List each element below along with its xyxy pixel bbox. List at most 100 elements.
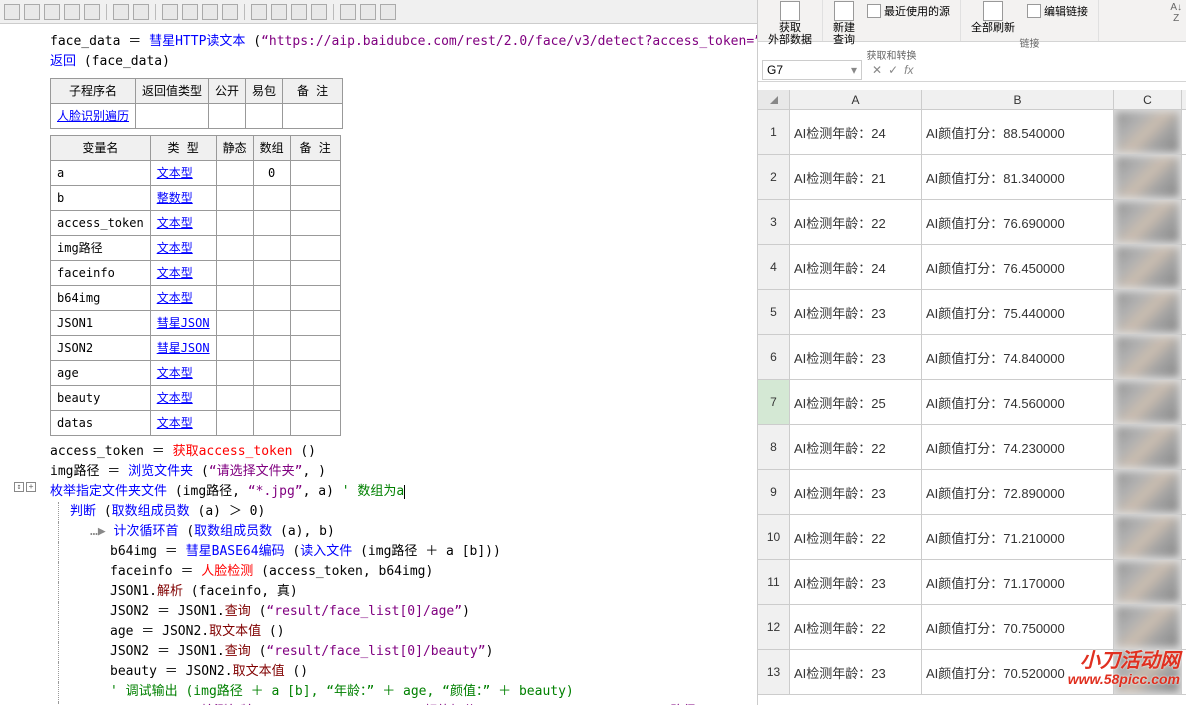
new-query-button[interactable]: 新建 查询 <box>829 0 859 47</box>
row-header[interactable]: 11 <box>758 560 790 604</box>
toolbar-btn[interactable] <box>24 4 40 20</box>
cell[interactable]: AI检测年龄：23 <box>790 290 922 334</box>
row-header[interactable]: 4 <box>758 245 790 289</box>
type-link[interactable]: 文本型 <box>157 416 193 430</box>
image-cell[interactable] <box>1114 515 1182 559</box>
row-header[interactable]: 1 <box>758 110 790 154</box>
table-row[interactable]: 7AI检测年龄：25AI颜值打分：74.560000 <box>758 380 1186 425</box>
cell[interactable]: AI检测年龄：22 <box>790 605 922 649</box>
cell[interactable]: AI检测年龄：22 <box>790 200 922 244</box>
table-row[interactable]: b64img文本型 <box>51 286 341 311</box>
table-row[interactable]: age文本型 <box>51 361 341 386</box>
cell[interactable]: AI检测年龄：23 <box>790 470 922 514</box>
row-header[interactable]: 2 <box>758 155 790 199</box>
toolbar-btn[interactable] <box>251 4 267 20</box>
cell[interactable]: AI颜值打分：71.210000 <box>922 515 1114 559</box>
spreadsheet[interactable]: A B C 1AI检测年龄：24AI颜值打分：88.5400002AI检测年龄：… <box>758 90 1186 695</box>
row-header[interactable]: 9 <box>758 470 790 514</box>
table-row[interactable]: JSON1彗星JSON <box>51 311 341 336</box>
table-row[interactable]: access_token文本型 <box>51 211 341 236</box>
refresh-all-button[interactable]: 全部刷新 <box>967 0 1019 35</box>
cell[interactable]: AI颜值打分：74.840000 <box>922 335 1114 379</box>
table-row[interactable]: 9AI检测年龄：23AI颜值打分：72.890000 <box>758 470 1186 515</box>
fx-icon[interactable]: fx <box>904 63 913 77</box>
cell[interactable]: AI颜值打分：75.440000 <box>922 290 1114 334</box>
toolbar-btn[interactable] <box>360 4 376 20</box>
table-row[interactable]: 8AI检测年龄：22AI颜值打分：74.230000 <box>758 425 1186 470</box>
formula-input[interactable] <box>919 60 1186 80</box>
image-cell[interactable] <box>1114 290 1182 334</box>
toolbar-btn[interactable] <box>291 4 307 20</box>
cell[interactable]: AI检测年龄：24 <box>790 110 922 154</box>
code-editor[interactable]: face_data ＝ 彗星HTTP读文本 (“https://aip.baid… <box>0 24 757 705</box>
row-header[interactable]: 7 <box>758 380 790 424</box>
name-box[interactable]: G7 ▾ <box>762 60 862 80</box>
type-link[interactable]: 整数型 <box>157 191 193 205</box>
confirm-icon[interactable]: ✓ <box>888 63 898 77</box>
toolbar-btn[interactable] <box>222 4 238 20</box>
cell[interactable]: AI颜值打分：71.170000 <box>922 560 1114 604</box>
toolbar-btn[interactable] <box>133 4 149 20</box>
table-row[interactable]: JSON2彗星JSON <box>51 336 341 361</box>
cell[interactable]: AI检测年龄：21 <box>790 155 922 199</box>
col-header-c[interactable]: C <box>1114 90 1182 109</box>
row-header[interactable]: 5 <box>758 290 790 334</box>
row-header[interactable]: 3 <box>758 200 790 244</box>
cell[interactable]: AI检测年龄：23 <box>790 335 922 379</box>
row-header[interactable]: 13 <box>758 650 790 694</box>
image-cell[interactable] <box>1114 425 1182 469</box>
col-header-a[interactable]: A <box>790 90 922 109</box>
cell[interactable]: AI颜值打分：88.540000 <box>922 110 1114 154</box>
table-row[interactable]: 12AI检测年龄：22AI颜值打分：70.750000 <box>758 605 1186 650</box>
image-cell[interactable] <box>1114 605 1182 649</box>
table-row[interactable]: beauty文本型 <box>51 386 341 411</box>
cell[interactable]: AI颜值打分：70.520000 <box>922 650 1114 694</box>
type-link[interactable]: 彗星JSON <box>157 341 210 355</box>
type-link[interactable]: 文本型 <box>157 391 193 405</box>
image-cell[interactable] <box>1114 245 1182 289</box>
type-link[interactable]: 文本型 <box>157 241 193 255</box>
type-link[interactable]: 文本型 <box>157 216 193 230</box>
table-row[interactable]: datas文本型 <box>51 411 341 436</box>
toolbar-btn[interactable] <box>84 4 100 20</box>
cell[interactable]: AI颜值打分：81.340000 <box>922 155 1114 199</box>
table-row[interactable]: 4AI检测年龄：24AI颜值打分：76.450000 <box>758 245 1186 290</box>
type-link[interactable]: 文本型 <box>157 266 193 280</box>
toolbar-btn[interactable] <box>380 4 396 20</box>
toolbar-btn[interactable] <box>271 4 287 20</box>
toolbar-btn[interactable] <box>311 4 327 20</box>
toolbar-btn[interactable] <box>202 4 218 20</box>
type-link[interactable]: 彗星JSON <box>157 316 210 330</box>
table-row[interactable]: 11AI检测年龄：23AI颜值打分：71.170000 <box>758 560 1186 605</box>
cell[interactable]: AI颜值打分：76.450000 <box>922 245 1114 289</box>
type-link[interactable]: 文本型 <box>157 166 193 180</box>
image-cell[interactable] <box>1114 200 1182 244</box>
image-cell[interactable] <box>1114 380 1182 424</box>
cell[interactable]: AI颜值打分：76.690000 <box>922 200 1114 244</box>
cell[interactable]: AI检测年龄：24 <box>790 245 922 289</box>
image-cell[interactable] <box>1114 335 1182 379</box>
get-external-data-button[interactable]: 获取 外部数据 <box>764 0 816 47</box>
image-cell[interactable] <box>1114 155 1182 199</box>
table-row[interactable]: 1AI检测年龄：24AI颜值打分：88.540000 <box>758 110 1186 155</box>
edit-links-button[interactable]: 编辑链接 <box>1023 2 1092 20</box>
table-row[interactable]: b整数型 <box>51 186 341 211</box>
table-row[interactable]: 3AI检测年龄：22AI颜值打分：76.690000 <box>758 200 1186 245</box>
cancel-icon[interactable]: ✕ <box>872 63 882 77</box>
table-row[interactable]: 5AI检测年龄：23AI颜值打分：75.440000 <box>758 290 1186 335</box>
type-link[interactable]: 文本型 <box>157 291 193 305</box>
cell[interactable]: AI检测年龄：23 <box>790 650 922 694</box>
cell[interactable]: AI检测年龄：22 <box>790 515 922 559</box>
cell[interactable]: AI颜值打分：70.750000 <box>922 605 1114 649</box>
dropdown-icon[interactable]: ▾ <box>851 63 857 77</box>
image-cell[interactable] <box>1114 560 1182 604</box>
toolbar-btn[interactable] <box>182 4 198 20</box>
table-row[interactable]: 10AI检测年龄：22AI颜值打分：71.210000 <box>758 515 1186 560</box>
row-header[interactable]: 12 <box>758 605 790 649</box>
sort-button[interactable]: A↓Z <box>1170 2 1182 24</box>
image-cell[interactable] <box>1114 470 1182 514</box>
cell[interactable]: AI检测年龄：22 <box>790 425 922 469</box>
select-all-corner[interactable] <box>758 90 790 109</box>
table-row[interactable]: img路径文本型 <box>51 236 341 261</box>
cell[interactable]: AI颜值打分：72.890000 <box>922 470 1114 514</box>
